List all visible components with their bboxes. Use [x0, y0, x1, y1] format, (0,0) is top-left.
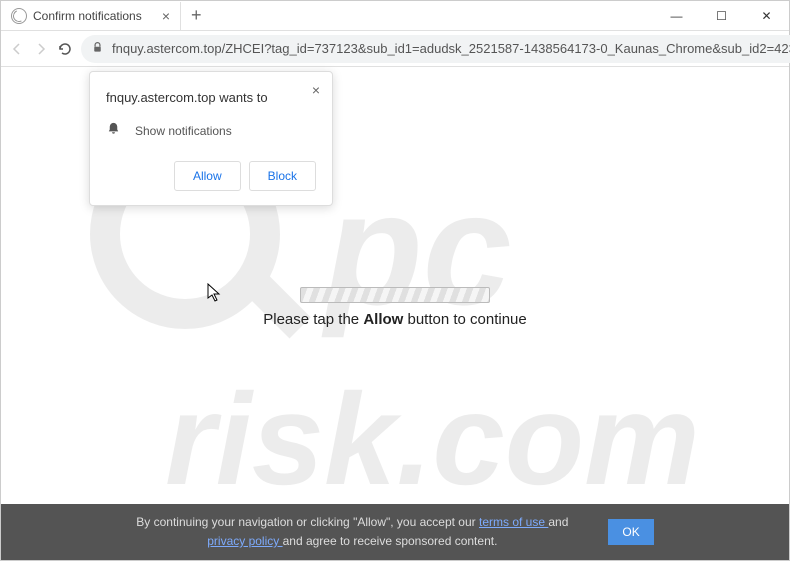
privacy-link[interactable]: privacy policy — [207, 534, 282, 548]
maximize-button[interactable]: ☐ — [699, 1, 744, 31]
browser-window: Confirm notifications × + — ☐ ✕ fnquy.as… — [0, 0, 790, 561]
bell-icon — [106, 121, 121, 141]
svg-text:risk.com: risk.com — [165, 366, 700, 512]
minimize-button[interactable]: — — [654, 1, 699, 31]
tab-title: Confirm notifications — [33, 9, 142, 23]
notification-permission-popup: × fnquy.astercom.top wants to Show notif… — [89, 71, 333, 206]
browser-tab[interactable]: Confirm notifications × — [1, 2, 181, 30]
center-content: Please tap the Allow button to continue — [1, 287, 789, 328]
lock-icon — [91, 41, 104, 57]
block-button[interactable]: Block — [249, 161, 316, 191]
permission-text: Show notifications — [135, 124, 232, 138]
instruction-text: Please tap the Allow button to continue — [1, 311, 789, 328]
back-button[interactable] — [9, 35, 25, 63]
terms-link[interactable]: terms of use — [479, 515, 548, 529]
close-icon[interactable]: × — [312, 82, 320, 98]
forward-button[interactable] — [33, 35, 49, 63]
close-window-button[interactable]: ✕ — [744, 1, 789, 31]
address-bar[interactable]: fnquy.astercom.top/ZHCEI?tag_id=737123&s… — [81, 35, 790, 63]
toolbar: fnquy.astercom.top/ZHCEI?tag_id=737123&s… — [1, 31, 789, 67]
page-content: pc risk.com × fnquy.astercom.top wants t… — [1, 67, 789, 560]
window-controls: — ☐ ✕ — [654, 1, 789, 31]
allow-button[interactable]: Allow — [174, 161, 241, 191]
globe-icon — [11, 8, 27, 24]
permission-row: Show notifications — [106, 121, 316, 141]
progress-bar — [300, 287, 490, 303]
ok-button[interactable]: OK — [608, 519, 653, 545]
reload-button[interactable] — [57, 35, 73, 63]
cookie-footer: By continuing your navigation or clickin… — [1, 504, 789, 560]
new-tab-button[interactable]: + — [181, 5, 212, 26]
footer-text: By continuing your navigation or clickin… — [136, 513, 568, 551]
popup-title: fnquy.astercom.top wants to — [106, 90, 316, 105]
url-text: fnquy.astercom.top/ZHCEI?tag_id=737123&s… — [112, 41, 790, 56]
popup-buttons: Allow Block — [106, 161, 316, 191]
close-tab-icon[interactable]: × — [162, 8, 170, 24]
titlebar: Confirm notifications × + — ☐ ✕ — [1, 1, 789, 31]
